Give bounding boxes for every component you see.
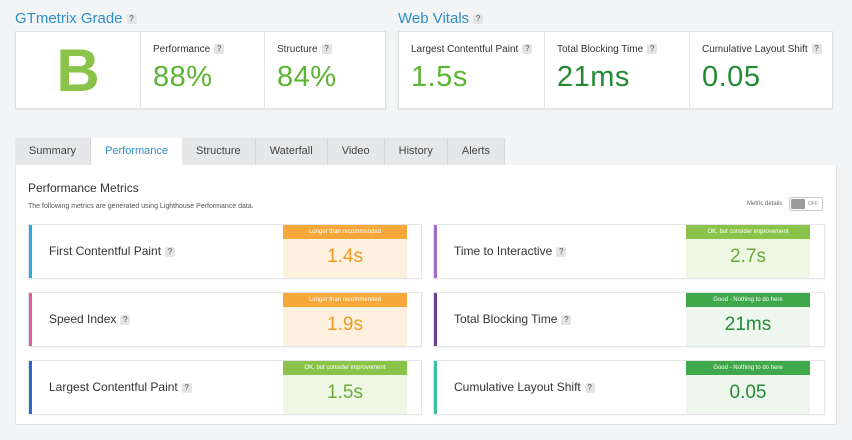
tab-alerts[interactable]: Alerts [447, 138, 505, 165]
tab-performance[interactable]: Performance [91, 138, 183, 165]
structure-value: 84% [277, 61, 337, 93]
help-icon[interactable]: ? [584, 382, 595, 393]
grade-letter: B [56, 36, 100, 104]
gtmetrix-grade-title-text: GTmetrix Grade [15, 10, 123, 27]
metric-status: Longer than recommended [283, 225, 407, 239]
cls-label: Cumulative Layout Shift [702, 44, 808, 55]
metric-details-toggle[interactable]: OFF [789, 197, 823, 211]
help-icon[interactable]: ? [165, 246, 176, 257]
gtmetrix-grade-title: GTmetrix Grade? [15, 10, 137, 27]
tbt-vital: Total Blocking Time? 21ms [544, 32, 689, 108]
metric-name: Largest Contentful Paint [49, 380, 178, 394]
tab-waterfall[interactable]: Waterfall [255, 138, 328, 165]
metric-name: Cumulative Layout Shift [454, 380, 581, 394]
lcp-label: Largest Contentful Paint [411, 44, 519, 55]
metric-color-stripe [29, 225, 32, 278]
help-icon[interactable]: ? [120, 314, 131, 325]
metric-card-time-to-interactive: Time to Interactive? OK, but consider im… [433, 224, 825, 279]
metric-value: 0.05 [686, 375, 810, 414]
tab-structure[interactable]: Structure [182, 138, 256, 165]
panel-description: The following metrics are generated usin… [28, 203, 254, 210]
tbt-label: Total Blocking Time [557, 44, 644, 55]
help-icon[interactable]: ? [561, 314, 572, 325]
performance-label: Performance [153, 44, 211, 55]
help-icon[interactable]: ? [321, 44, 332, 55]
tab-history[interactable]: History [384, 138, 448, 165]
structure-score: Structure? 84% [264, 32, 386, 108]
metric-card-total-blocking-time: Total Blocking Time? Good - Nothing to d… [433, 292, 825, 347]
metric-status: OK, but consider improvement [283, 361, 407, 375]
metric-badge: Longer than recommended 1.9s [283, 293, 407, 346]
tbt-value: 21ms [557, 61, 630, 93]
metric-value: 1.5s [283, 375, 407, 414]
metric-badge: Good - Nothing to do here 0.05 [686, 361, 810, 414]
performance-value: 88% [153, 61, 213, 93]
tab-video[interactable]: Video [327, 138, 385, 165]
cls-vital: Cumulative Layout Shift? 0.05 [689, 32, 832, 108]
toggle-state: OFF [808, 201, 818, 207]
metric-badge: OK, but consider improvement 1.5s [283, 361, 407, 414]
cls-value: 0.05 [702, 61, 761, 93]
grade-card: B Performance? 88% Structure? 84% [15, 31, 386, 109]
lcp-value: 1.5s [411, 61, 468, 93]
metric-value: 21ms [686, 307, 810, 346]
tab-summary[interactable]: Summary [15, 138, 92, 165]
metric-color-stripe [434, 225, 437, 278]
metric-value: 1.4s [283, 239, 407, 278]
metric-status: Longer than recommended [283, 293, 407, 307]
metric-color-stripe [29, 361, 32, 414]
metric-card-largest-contentful-paint: Largest Contentful Paint? OK, but consid… [28, 360, 422, 415]
report-tabs: Summary Performance Structure Waterfall … [15, 138, 505, 165]
help-icon[interactable]: ? [214, 44, 225, 55]
metric-status: Good - Nothing to do here [686, 361, 810, 375]
metric-color-stripe [434, 293, 437, 346]
help-icon[interactable]: ? [473, 14, 484, 25]
structure-label: Structure [277, 44, 318, 55]
metric-card-speed-index: Speed Index? Longer than recommended 1.9… [28, 292, 422, 347]
metric-details-label: Metric details [747, 201, 783, 207]
help-icon[interactable]: ? [126, 14, 137, 25]
lcp-vital: Largest Contentful Paint? 1.5s [399, 32, 544, 108]
metric-value: 1.9s [283, 307, 407, 346]
metric-value: 2.7s [686, 239, 810, 278]
metric-name: Time to Interactive [454, 244, 553, 258]
web-vitals-card: Largest Contentful Paint? 1.5s Total Blo… [398, 31, 833, 109]
web-vitals-title-text: Web Vitals [398, 10, 470, 27]
metric-badge: OK, but consider improvement 2.7s [686, 225, 810, 278]
metric-status: Good - Nothing to do here [686, 293, 810, 307]
performance-score: Performance? 88% [140, 32, 264, 108]
metric-color-stripe [434, 361, 437, 414]
panel-title: Performance Metrics [28, 181, 139, 195]
help-icon[interactable]: ? [522, 44, 533, 55]
help-icon[interactable]: ? [647, 44, 658, 55]
metric-badge: Longer than recommended 1.4s [283, 225, 407, 278]
metric-card-cumulative-layout-shift: Cumulative Layout Shift? Good - Nothing … [433, 360, 825, 415]
metric-name: Speed Index [49, 312, 117, 326]
metric-color-stripe [29, 293, 32, 346]
help-icon[interactable]: ? [181, 382, 192, 393]
metric-status: OK, but consider improvement [686, 225, 810, 239]
help-icon[interactable]: ? [811, 44, 822, 55]
metric-badge: Good - Nothing to do here 21ms [686, 293, 810, 346]
performance-panel: Performance Metrics The following metric… [15, 165, 837, 425]
help-icon[interactable]: ? [556, 246, 567, 257]
metric-card-first-contentful-paint: First Contentful Paint? Longer than reco… [28, 224, 422, 279]
metric-name: First Contentful Paint [49, 244, 162, 258]
web-vitals-title: Web Vitals? [398, 10, 484, 27]
toggle-knob [791, 199, 805, 209]
metric-name: Total Blocking Time [454, 312, 558, 326]
